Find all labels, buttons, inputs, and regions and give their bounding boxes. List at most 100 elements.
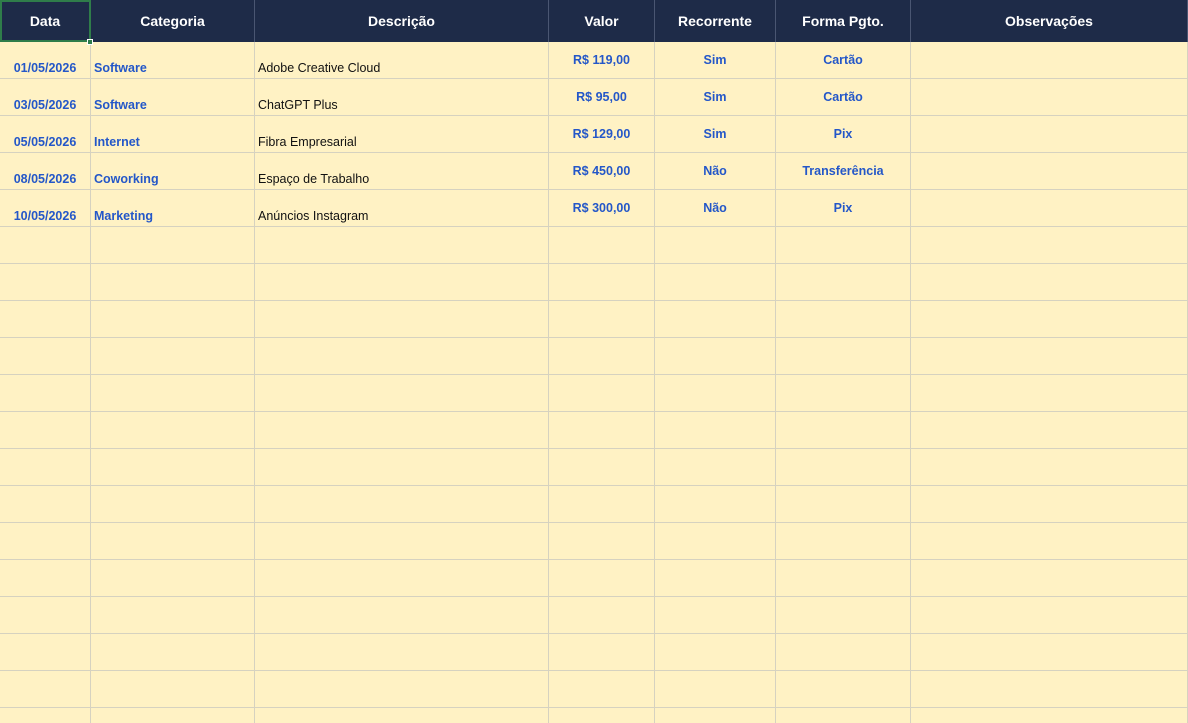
cell-valor[interactable]: R$ 119,00 — [549, 42, 655, 79]
cell-descricao[interactable] — [255, 671, 549, 708]
cell-categoria[interactable] — [91, 671, 255, 708]
cell-forma-pgto[interactable]: Transferência — [776, 153, 911, 190]
cell-data[interactable] — [0, 634, 91, 671]
cell-valor[interactable]: R$ 450,00 — [549, 153, 655, 190]
header-recorrente[interactable]: Recorrente — [655, 0, 776, 42]
cell-descricao[interactable] — [255, 412, 549, 449]
cell-valor[interactable] — [549, 486, 655, 523]
cell-recorrente[interactable] — [655, 708, 776, 723]
cell-categoria[interactable]: Software — [91, 42, 255, 79]
cell-descricao[interactable] — [255, 338, 549, 375]
cell-valor[interactable] — [549, 301, 655, 338]
cell-data[interactable] — [0, 523, 91, 560]
cell-recorrente[interactable] — [655, 301, 776, 338]
cell-valor[interactable] — [549, 597, 655, 634]
cell-descricao[interactable] — [255, 708, 549, 723]
cell-categoria[interactable] — [91, 597, 255, 634]
cell-recorrente[interactable]: Sim — [655, 79, 776, 116]
cell-valor[interactable] — [549, 338, 655, 375]
cell-observacoes[interactable] — [911, 116, 1188, 153]
cell-observacoes[interactable] — [911, 153, 1188, 190]
cell-descricao[interactable] — [255, 449, 549, 486]
cell-recorrente[interactable] — [655, 560, 776, 597]
cell-descricao[interactable] — [255, 264, 549, 301]
cell-categoria[interactable] — [91, 486, 255, 523]
cell-descricao[interactable]: Adobe Creative Cloud — [255, 42, 549, 79]
selection-fill-handle[interactable] — [87, 39, 93, 45]
cell-recorrente[interactable] — [655, 375, 776, 412]
cell-descricao[interactable] — [255, 301, 549, 338]
cell-data[interactable]: 03/05/2026 — [0, 79, 91, 116]
cell-forma-pgto[interactable] — [776, 634, 911, 671]
cell-forma-pgto[interactable] — [776, 412, 911, 449]
cell-forma-pgto[interactable]: Pix — [776, 190, 911, 227]
cell-forma-pgto[interactable]: Cartão — [776, 79, 911, 116]
cell-forma-pgto[interactable] — [776, 375, 911, 412]
cell-observacoes[interactable] — [911, 190, 1188, 227]
cell-forma-pgto[interactable] — [776, 708, 911, 723]
cell-observacoes[interactable] — [911, 79, 1188, 116]
header-data[interactable]: Data — [0, 0, 91, 42]
cell-descricao[interactable]: ChatGPT Plus — [255, 79, 549, 116]
cell-data[interactable] — [0, 338, 91, 375]
cell-recorrente[interactable]: Não — [655, 190, 776, 227]
cell-forma-pgto[interactable] — [776, 486, 911, 523]
cell-descricao[interactable] — [255, 486, 549, 523]
cell-data[interactable] — [0, 449, 91, 486]
cell-data[interactable]: 05/05/2026 — [0, 116, 91, 153]
cell-forma-pgto[interactable]: Cartão — [776, 42, 911, 79]
cell-recorrente[interactable] — [655, 597, 776, 634]
cell-observacoes[interactable] — [911, 375, 1188, 412]
cell-observacoes[interactable] — [911, 301, 1188, 338]
cell-valor[interactable] — [549, 264, 655, 301]
cell-descricao[interactable] — [255, 560, 549, 597]
cell-observacoes[interactable] — [911, 671, 1188, 708]
cell-observacoes[interactable] — [911, 486, 1188, 523]
cell-data[interactable] — [0, 486, 91, 523]
cell-recorrente[interactable] — [655, 412, 776, 449]
cell-forma-pgto[interactable] — [776, 301, 911, 338]
cell-recorrente[interactable]: Não — [655, 153, 776, 190]
cell-categoria[interactable] — [91, 523, 255, 560]
cell-valor[interactable] — [549, 671, 655, 708]
cell-recorrente[interactable] — [655, 671, 776, 708]
cell-observacoes[interactable] — [911, 597, 1188, 634]
cell-observacoes[interactable] — [911, 523, 1188, 560]
cell-observacoes[interactable] — [911, 338, 1188, 375]
cell-categoria[interactable] — [91, 264, 255, 301]
cell-categoria[interactable] — [91, 227, 255, 264]
cell-recorrente[interactable] — [655, 264, 776, 301]
cell-categoria[interactable]: Coworking — [91, 153, 255, 190]
cell-categoria[interactable] — [91, 449, 255, 486]
cell-valor[interactable] — [549, 523, 655, 560]
cell-valor[interactable] — [549, 412, 655, 449]
cell-descricao[interactable]: Espaço de Trabalho — [255, 153, 549, 190]
cell-data[interactable] — [0, 597, 91, 634]
cell-valor[interactable] — [549, 634, 655, 671]
cell-data[interactable] — [0, 301, 91, 338]
cell-data[interactable]: 08/05/2026 — [0, 153, 91, 190]
cell-descricao[interactable] — [255, 375, 549, 412]
cell-valor[interactable] — [549, 375, 655, 412]
cell-recorrente[interactable] — [655, 227, 776, 264]
cell-data[interactable] — [0, 671, 91, 708]
cell-observacoes[interactable] — [911, 560, 1188, 597]
header-valor[interactable]: Valor — [549, 0, 655, 42]
cell-observacoes[interactable] — [911, 634, 1188, 671]
header-forma-pgto[interactable]: Forma Pgto. — [776, 0, 911, 42]
cell-data[interactable] — [0, 412, 91, 449]
cell-forma-pgto[interactable] — [776, 523, 911, 560]
header-descricao[interactable]: Descrição — [255, 0, 549, 42]
cell-categoria[interactable] — [91, 708, 255, 723]
cell-forma-pgto[interactable] — [776, 227, 911, 264]
cell-valor[interactable]: R$ 95,00 — [549, 79, 655, 116]
cell-recorrente[interactable]: Sim — [655, 116, 776, 153]
cell-data[interactable]: 01/05/2026 — [0, 42, 91, 79]
cell-recorrente[interactable] — [655, 449, 776, 486]
cell-recorrente[interactable] — [655, 486, 776, 523]
cell-data[interactable] — [0, 708, 91, 723]
cell-recorrente[interactable] — [655, 523, 776, 560]
cell-categoria[interactable] — [91, 375, 255, 412]
cell-observacoes[interactable] — [911, 42, 1188, 79]
cell-forma-pgto[interactable] — [776, 597, 911, 634]
